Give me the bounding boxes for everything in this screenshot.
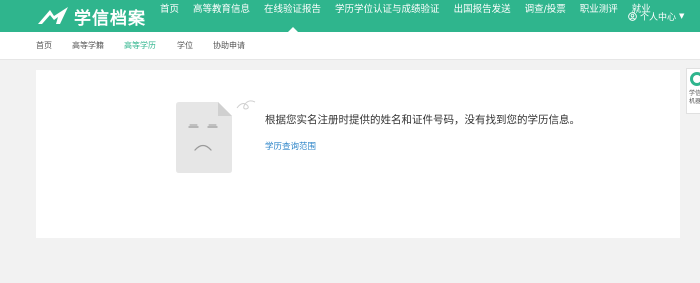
nav-item-career-test[interactable]: 职业测评 (580, 0, 618, 32)
subnav-item-enrollment[interactable]: 高等学籍 (72, 32, 104, 59)
subnav-item-home[interactable]: 首页 (36, 32, 52, 59)
nav-item-certification[interactable]: 学历学位认证与成绩验证 (335, 0, 440, 32)
nav-item-abroad-report[interactable]: 出国报告发送 (454, 0, 511, 32)
main-nav: 首页 高等教育信息 在线验证报告 学历学位认证与成绩验证 出国报告发送 调查/投… (160, 0, 665, 32)
logo-text: 学信档案 (74, 8, 146, 29)
nav-item-online-verification[interactable]: 在线验证报告 (264, 0, 321, 32)
nav-item-home[interactable]: 首页 (160, 0, 179, 32)
subnav-item-degree-record[interactable]: 高等学历 (124, 32, 156, 59)
assistant-avatar (690, 72, 700, 86)
robot-assistant-widget[interactable]: 学信 机器 (686, 68, 700, 114)
assistant-label-line2: 机器 (689, 98, 700, 105)
nav-item-survey[interactable]: 调查/投票 (525, 0, 566, 32)
logo-icon (38, 7, 68, 24)
sub-nav: 首页 高等学籍 高等学历 学位 协助申请 (0, 32, 700, 60)
assistant-label-line1: 学信 (689, 90, 700, 97)
user-center-menu[interactable]: 个人中心 ▼ (628, 0, 684, 32)
degree-query-scope-link[interactable]: 学历查询范围 (265, 140, 316, 152)
top-bar: 学信档案 首页 高等教育信息 在线验证报告 学历学位认证与成绩验证 出国报告发送… (0, 0, 700, 32)
user-icon (628, 11, 637, 21)
nav-item-higher-education[interactable]: 高等教育信息 (193, 0, 250, 32)
no-record-message: 根据您实名注册时提供的姓名和证件号码，没有找到您的学历信息。 (265, 114, 580, 126)
result-card: 根据您实名注册时提供的姓名和证件号码，没有找到您的学历信息。 学历查询范围 (36, 70, 680, 238)
user-center-label: 个人中心 (640, 12, 677, 23)
site-logo[interactable]: 学信档案 (36, 2, 146, 30)
subnav-item-degree[interactable]: 学位 (177, 32, 193, 59)
chevron-down-icon: ▼ (679, 12, 685, 20)
assistant-label: 学信 机器 (689, 90, 700, 106)
subnav-item-assist-request[interactable]: 协助申请 (213, 32, 245, 59)
